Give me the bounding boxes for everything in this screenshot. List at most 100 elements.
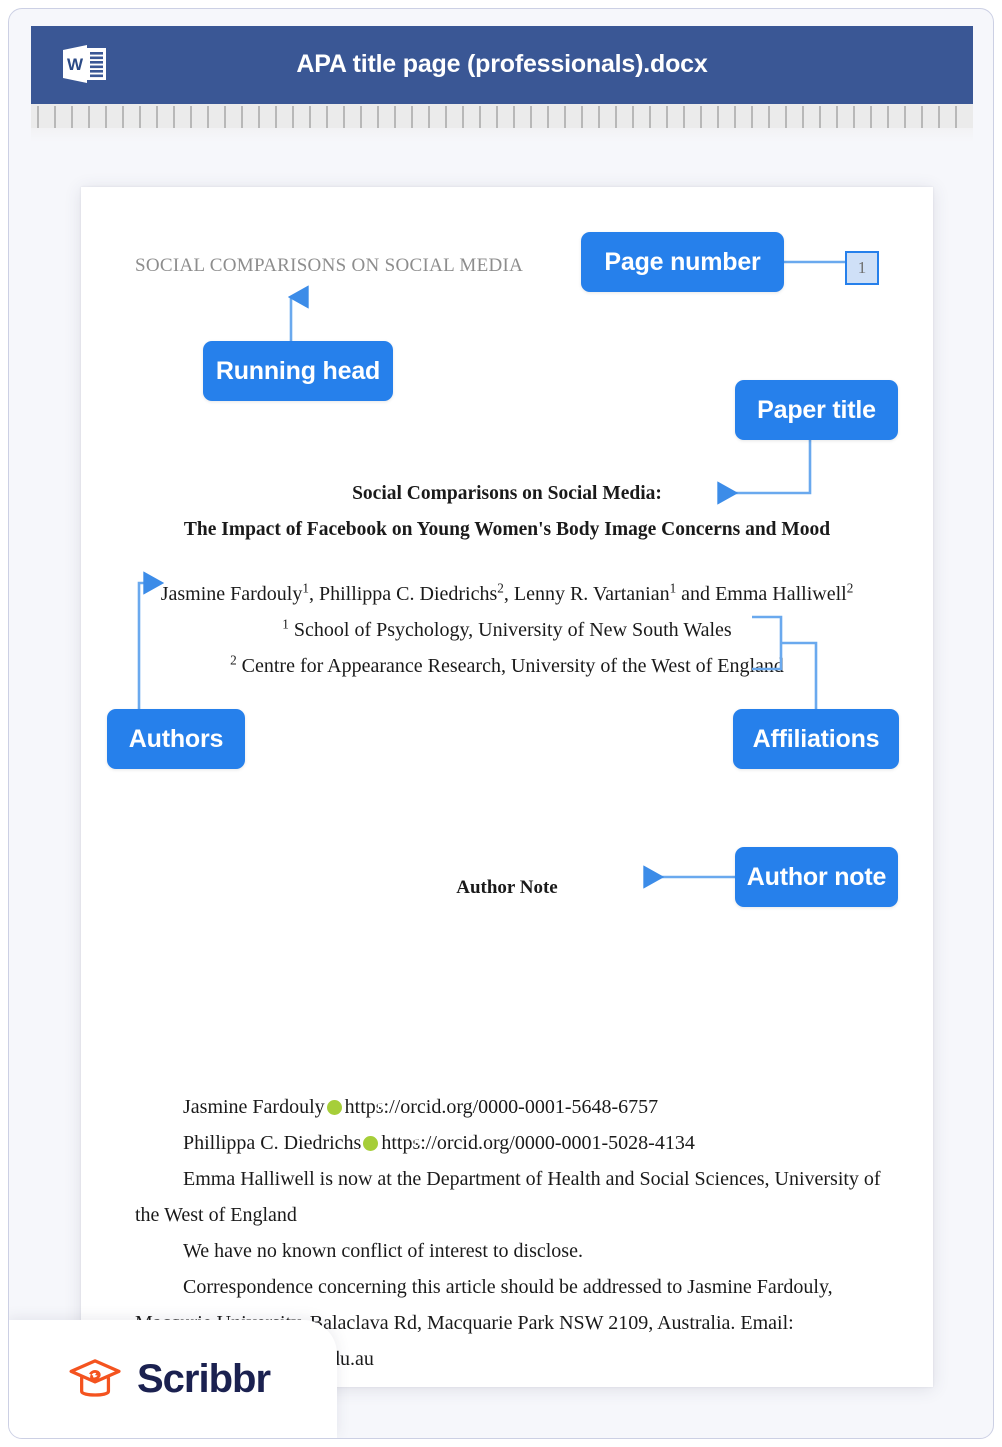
window-titlebar: W APA title page (professionals).docx <box>31 26 973 102</box>
ruler-tick <box>530 106 532 128</box>
ruler-tick <box>802 106 804 128</box>
orcid-1-url[interactable]: https://orcid.org/0000-0001-5648-6757 <box>345 1096 659 1118</box>
ruler-tick <box>666 106 668 128</box>
ruler-tick <box>207 106 209 128</box>
orcid-icon <box>363 1136 379 1151</box>
document-ruler <box>31 102 973 130</box>
ruler-tick <box>683 106 685 128</box>
affiliation-1-line: 1 School of Psychology, University of Ne… <box>81 616 933 642</box>
window-title: APA title page (professionals).docx <box>296 49 708 78</box>
paper-title-line-1: Social Comparisons on Social Media: <box>352 483 662 504</box>
orcid-icon <box>326 1100 342 1115</box>
author-note-paragraph-1: Emma Halliwell is now at the Department … <box>135 1168 881 1226</box>
ruler-tick <box>343 106 345 128</box>
ruler-tick <box>615 106 617 128</box>
affiliation-1-superscript: 1 <box>282 616 289 632</box>
ruler-tick <box>258 106 260 128</box>
ruler-tick <box>921 106 923 128</box>
author-2-superscript: 2 <box>497 580 504 596</box>
ruler-tick <box>411 106 413 128</box>
ruler-tick <box>564 106 566 128</box>
ruler-tick <box>173 106 175 128</box>
authors-separator-2: , <box>503 583 514 605</box>
scribbr-wordmark: Scribbr <box>137 1356 271 1401</box>
author-4-superscript: 2 <box>846 580 854 596</box>
ruler-tick <box>224 106 226 128</box>
affiliation-2-text: Centre for Appearance Research, Universi… <box>241 655 784 677</box>
callout-page-number[interactable]: Page number <box>581 232 784 292</box>
orcid-2-url[interactable]: https://orcid.org/0000-0001-5028-4134 <box>381 1132 695 1154</box>
ruler-tick <box>37 106 39 128</box>
author-1-superscript: 1 <box>302 580 309 596</box>
ruler-tick <box>751 106 753 128</box>
graduation-cap-icon <box>69 1359 121 1397</box>
ruler-tick <box>309 106 311 128</box>
ruler-tick <box>819 106 821 128</box>
author-4-name: Emma Halliwell <box>715 583 847 605</box>
ruler-tick <box>377 106 379 128</box>
ruler-tick <box>241 106 243 128</box>
callout-authors[interactable]: Authors <box>107 709 245 769</box>
ruler-tick <box>717 106 719 128</box>
callout-affiliations[interactable]: Affiliations <box>733 709 899 769</box>
ruler-tick <box>292 106 294 128</box>
ruler-tick <box>496 106 498 128</box>
ruler-tick <box>649 106 651 128</box>
ruler-tick <box>836 106 838 128</box>
affiliation-2-superscript: 2 <box>230 652 237 668</box>
authors-separator-1: , <box>308 583 319 605</box>
author-note-paragraph-2: We have no known conflict of interest to… <box>183 1240 583 1262</box>
ruler-tick <box>768 106 770 128</box>
ruler-tick <box>54 106 56 128</box>
running-head-text: SOCIAL COMPARISONS ON SOCIAL MEDIA <box>135 255 524 276</box>
ruler-tick <box>598 106 600 128</box>
author-2-name: Phillippa C. Diedrichs <box>318 583 498 605</box>
authors-line: Jasmine Fardouly1, Phillippa C. Diedrich… <box>81 580 933 606</box>
ruler-tick <box>326 106 328 128</box>
author-3-name: Lenny R. Vartanian <box>513 583 670 605</box>
ruler-tick <box>428 106 430 128</box>
author-note-orcid-line-2: Phillippa C. Diedrichs https://orcid.org/… <box>135 1125 885 1161</box>
affiliation-2-line: 2 Centre for Appearance Research, Univer… <box>81 652 933 678</box>
callout-paper-title[interactable]: Paper title <box>735 380 898 440</box>
ruler-tick <box>904 106 906 128</box>
app-window: W APA title page (professionals).docx SO… <box>8 8 994 1439</box>
ruler-tick <box>394 106 396 128</box>
orcid-1-name: Jasmine Fardouly <box>183 1096 325 1118</box>
ruler-tick <box>700 106 702 128</box>
ruler-tick <box>275 106 277 128</box>
affiliation-1-text: School of Psychology, University of New … <box>293 619 732 641</box>
ruler-tick <box>105 106 107 128</box>
ruler-tick <box>71 106 73 128</box>
callout-author-note[interactable]: Author note <box>735 847 898 907</box>
ruler-tick <box>462 106 464 128</box>
page-number-chip: 1 <box>845 251 879 285</box>
orcid-2-name: Phillippa C. Diedrichs <box>183 1132 362 1154</box>
ruler-tick <box>870 106 872 128</box>
ruler-tick <box>190 106 192 128</box>
ruler-tick <box>139 106 141 128</box>
ruler-tick <box>88 106 90 128</box>
ruler-tick <box>955 106 957 128</box>
ruler-tick <box>360 106 362 128</box>
ruler-tick <box>632 106 634 128</box>
callout-running-head[interactable]: Running head <box>203 341 393 401</box>
author-note-orcid-line-1: Jasmine Fardouly https://orcid.org/0000-0… <box>135 1089 885 1125</box>
ruler-tick <box>479 106 481 128</box>
scribbr-brand-tab: Scribbr <box>9 1320 337 1438</box>
ruler-tick <box>581 106 583 128</box>
authors-separator-3: and <box>676 583 716 605</box>
ruler-tick <box>445 106 447 128</box>
svg-text:W: W <box>67 55 84 74</box>
ruler-tick <box>156 106 158 128</box>
paper-title-line-2: The Impact of Facebook on Young Women's … <box>183 519 831 540</box>
ruler-tick <box>938 106 940 128</box>
author-1-name: Jasmine Fardouly <box>160 583 303 605</box>
ruler-tick <box>122 106 124 128</box>
word-icon: W <box>63 45 106 83</box>
ruler-tick <box>853 106 855 128</box>
ruler-tick <box>785 106 787 128</box>
ruler-fade <box>31 128 973 142</box>
ruler-tick <box>887 106 889 128</box>
ruler-tick <box>547 106 549 128</box>
